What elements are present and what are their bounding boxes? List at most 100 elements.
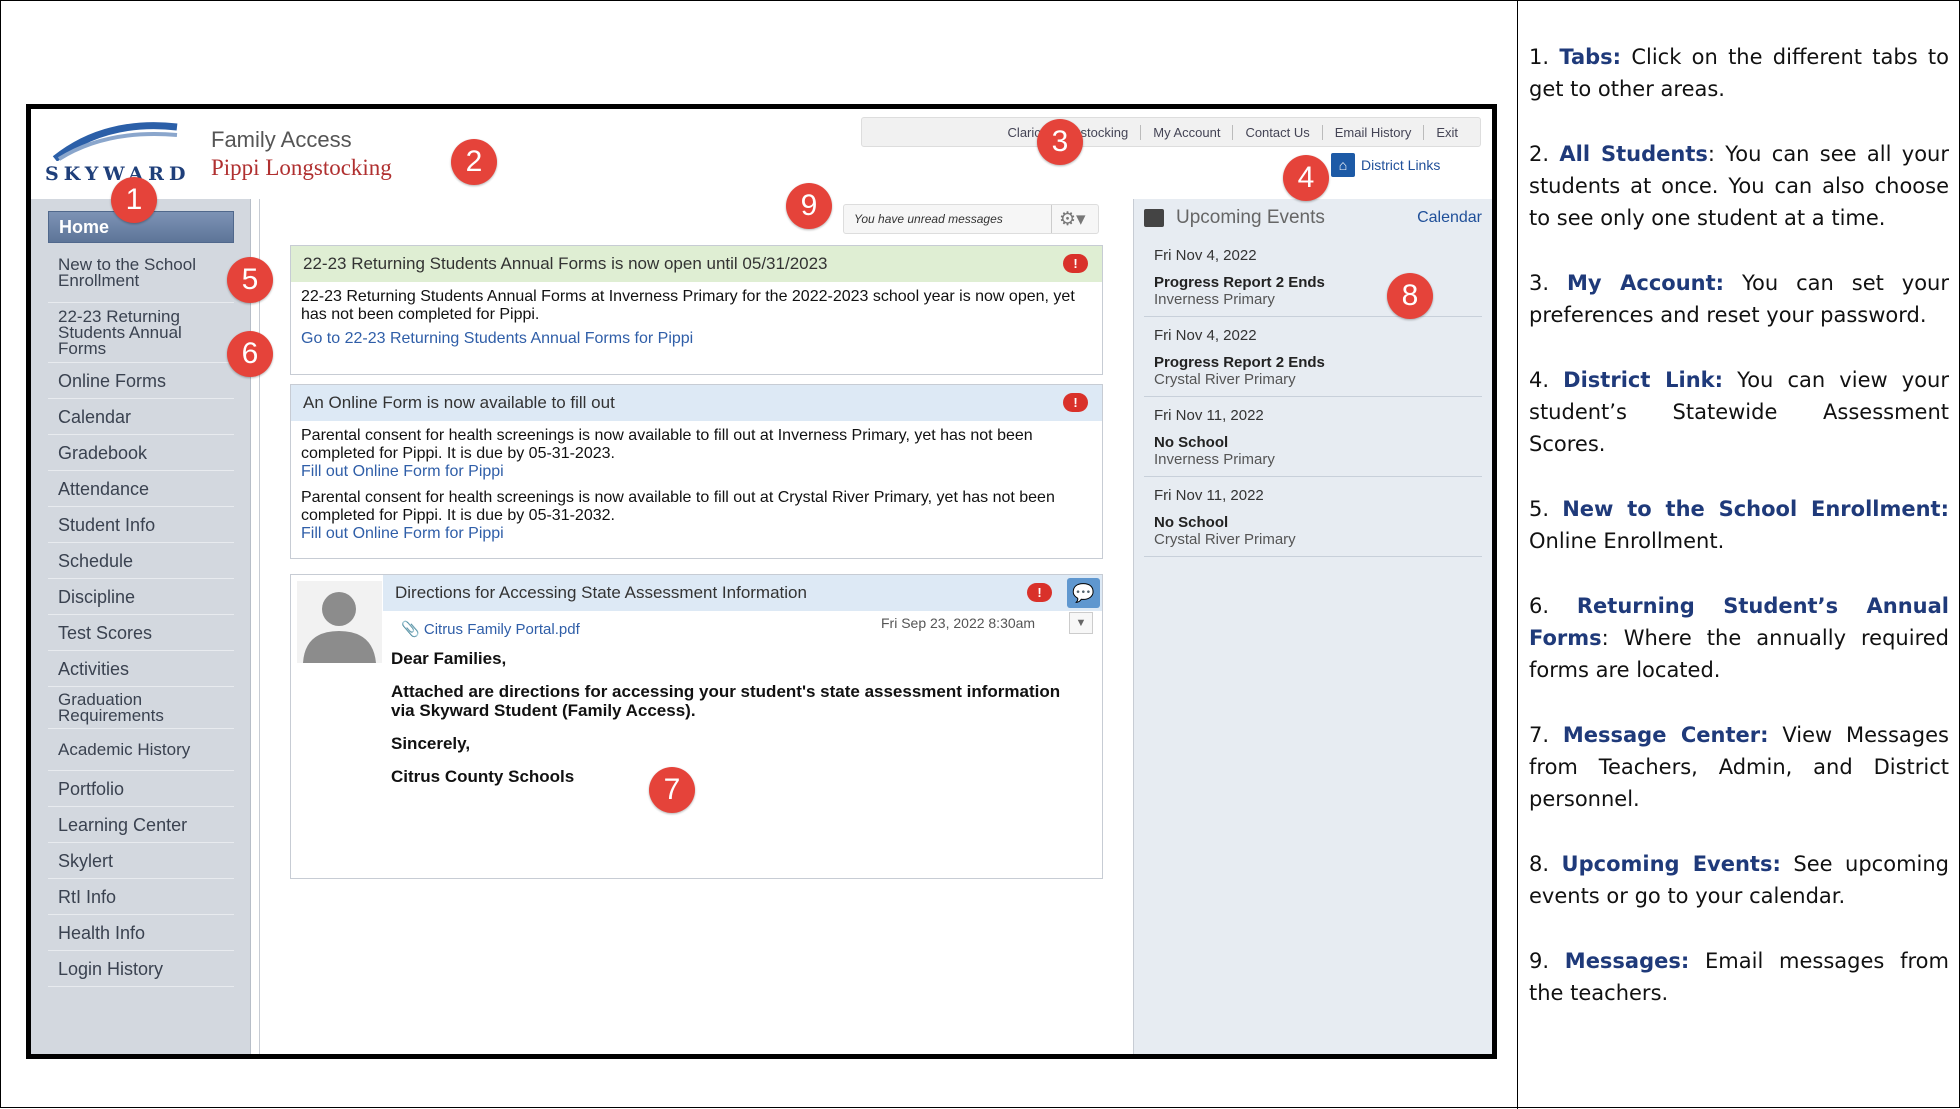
event-item[interactable]: Fri Nov 4, 2022 Progress Report 2 Ends I… bbox=[1144, 237, 1482, 317]
note-item: 1. Tabs: Click on the different tabs to … bbox=[1529, 41, 1949, 105]
alert-bubble-icon: ! bbox=[1063, 254, 1088, 273]
panel-body: 22-23 Returning Students Annual Forms at… bbox=[301, 288, 1075, 323]
message-greeting: Dear Families, bbox=[391, 649, 507, 668]
sidebar-item-learning-center[interactable]: Learning Center bbox=[48, 807, 234, 843]
contact-us-link[interactable]: Contact Us bbox=[1233, 124, 1323, 140]
sidebar-item-returning-forms[interactable]: 22-23 Returning Students Annual Forms bbox=[48, 303, 234, 363]
exit-link[interactable]: Exit bbox=[1424, 125, 1470, 140]
note-title: My Account: bbox=[1566, 271, 1725, 295]
event-school: Inverness Primary bbox=[1154, 451, 1275, 468]
callout-9: 9 bbox=[786, 183, 832, 229]
student-selector[interactable]: Pippi Longstocking bbox=[211, 155, 392, 181]
events-title: Upcoming Events bbox=[1176, 207, 1325, 228]
online-form-link[interactable]: Fill out Online Form for Pippi bbox=[301, 463, 1092, 481]
note-item: 4. District Link: You can view your stud… bbox=[1529, 364, 1949, 460]
note-number: 1. bbox=[1529, 45, 1550, 69]
sidebar-item-login-history[interactable]: Login History bbox=[48, 951, 234, 987]
district-building-icon: ⌂ bbox=[1331, 153, 1355, 177]
note-number: 7. bbox=[1529, 723, 1550, 747]
sidebar-item-portfolio[interactable]: Portfolio bbox=[48, 771, 234, 807]
sidebar-item-online-forms[interactable]: Online Forms bbox=[48, 363, 234, 399]
my-account-link[interactable]: My Account bbox=[1141, 124, 1234, 140]
callout-8: 8 bbox=[1387, 273, 1433, 319]
callout-3: 3 bbox=[1037, 119, 1083, 165]
chat-bubbles-icon[interactable]: 💬 bbox=[1067, 578, 1100, 608]
paperclip-icon: 📎 bbox=[401, 621, 424, 638]
calendar-icon bbox=[1144, 209, 1164, 227]
note-item: 9. Messages: Email messages from the tea… bbox=[1529, 945, 1949, 1009]
panel-title: An Online Form is now available to fill … bbox=[303, 393, 615, 412]
skyward-logo: SKYWARD bbox=[45, 117, 190, 185]
note-title: Tabs: bbox=[1559, 45, 1622, 69]
sidebar-item-academic-history[interactable]: Academic History bbox=[48, 729, 234, 771]
top-links: Clarice Longstocking My Account Contact … bbox=[861, 117, 1481, 147]
note-number: 2. bbox=[1529, 142, 1550, 166]
events-header: Upcoming Events Calendar bbox=[1134, 199, 1492, 237]
sidebar-item-schedule[interactable]: Schedule bbox=[48, 543, 234, 579]
note-number: 3. bbox=[1529, 271, 1550, 295]
panel-title: Directions for Accessing State Assessmen… bbox=[395, 583, 807, 602]
sidebar-item-student-info[interactable]: Student Info bbox=[48, 507, 234, 543]
sidebar-item-discipline[interactable]: Discipline bbox=[48, 579, 234, 615]
online-form-item: Parental consent for health screenings i… bbox=[301, 489, 1055, 524]
event-date: Fri Nov 4, 2022 bbox=[1154, 327, 1257, 344]
messages-bar-divider bbox=[1051, 205, 1052, 233]
sidebar-item-skylert[interactable]: Skylert bbox=[48, 843, 234, 879]
event-item[interactable]: Fri Nov 11, 2022 No School Crystal River… bbox=[1144, 477, 1482, 557]
event-school: Crystal River Primary bbox=[1154, 531, 1296, 548]
note-title: Message Center: bbox=[1562, 723, 1769, 747]
returning-forms-link[interactable]: Go to 22-23 Returning Students Annual Fo… bbox=[301, 330, 1092, 348]
panel-header: Directions for Accessing State Assessmen… bbox=[383, 575, 1102, 611]
skyward-screenshot: SKYWARD Family Access Pippi Longstocking… bbox=[26, 104, 1497, 1059]
note-item: 6. Returning Student’s Annual Forms: Whe… bbox=[1529, 590, 1949, 686]
sidebar-item-new-enrollment[interactable]: New to the School Enrollment bbox=[48, 243, 234, 303]
alert-bubble-icon: ! bbox=[1063, 393, 1088, 412]
online-form-panel: An Online Form is now available to fill … bbox=[290, 384, 1103, 559]
note-item: 5. New to the School Enrollment: Online … bbox=[1529, 493, 1949, 557]
event-title: No School bbox=[1154, 514, 1229, 531]
message-closing: Sincerely, bbox=[391, 734, 471, 753]
notes-column: 1. Tabs: Click on the different tabs to … bbox=[1529, 41, 1949, 1042]
sidebar-item-health-info[interactable]: Health Info bbox=[48, 915, 234, 951]
unread-messages-text[interactable]: You have unread messages bbox=[854, 212, 1003, 226]
sidebar-item-test-scores[interactable]: Test Scores bbox=[48, 615, 234, 651]
district-links-label: District Links bbox=[1361, 157, 1441, 173]
panel-header: 22-23 Returning Students Annual Forms is… bbox=[291, 246, 1102, 282]
district-links[interactable]: ⌂ District Links bbox=[1331, 153, 1440, 177]
panel-title: 22-23 Returning Students Annual Forms is… bbox=[303, 254, 828, 273]
online-form-item: Parental consent for health screenings i… bbox=[301, 427, 1033, 462]
callout-7: 7 bbox=[649, 767, 695, 813]
message-date: Fri Sep 23, 2022 8:30am bbox=[881, 615, 1036, 631]
sender-avatar bbox=[297, 581, 382, 663]
note-number: 9. bbox=[1529, 949, 1550, 973]
event-date: Fri Nov 11, 2022 bbox=[1154, 487, 1264, 504]
messages-bar[interactable]: You have unread messages ⚙▾ bbox=[843, 204, 1099, 234]
gear-icon[interactable]: ⚙▾ bbox=[1059, 208, 1086, 231]
chevron-down-icon[interactable]: ▼ bbox=[1069, 612, 1093, 634]
note-title: Messages: bbox=[1564, 949, 1690, 973]
returning-forms-panel: 22-23 Returning Students Annual Forms is… bbox=[290, 245, 1103, 375]
calendar-link[interactable]: Calendar bbox=[1417, 209, 1482, 227]
message-text: Attached are directions for accessing yo… bbox=[391, 682, 1061, 720]
event-item[interactable]: Fri Nov 11, 2022 No School Inverness Pri… bbox=[1144, 397, 1482, 477]
sidebar-item-graduation[interactable]: Graduation Requirements bbox=[48, 687, 234, 729]
sidebar-item-activities[interactable]: Activities bbox=[48, 651, 234, 687]
callout-1: 1 bbox=[111, 177, 157, 223]
callout-2: 2 bbox=[451, 139, 497, 185]
note-number: 4. bbox=[1529, 368, 1550, 392]
sidebar-item-gradebook[interactable]: Gradebook bbox=[48, 435, 234, 471]
note-item: 3. My Account: You can set your preferen… bbox=[1529, 267, 1949, 331]
event-item[interactable]: Fri Nov 4, 2022 Progress Report 2 Ends C… bbox=[1144, 317, 1482, 397]
sidebar: Home New to the School Enrollment 22-23 … bbox=[31, 199, 251, 1054]
sidebar-item-attendance[interactable]: Attendance bbox=[48, 471, 234, 507]
online-form-link[interactable]: Fill out Online Form for Pippi bbox=[301, 525, 1092, 543]
sidebar-item-rti-info[interactable]: RtI Info bbox=[48, 879, 234, 915]
event-date: Fri Nov 11, 2022 bbox=[1154, 407, 1264, 424]
sidebar-item-calendar[interactable]: Calendar bbox=[48, 399, 234, 435]
callout-4: 4 bbox=[1283, 155, 1329, 201]
email-history-link[interactable]: Email History bbox=[1323, 124, 1425, 140]
document-page: SKYWARD Family Access Pippi Longstocking… bbox=[0, 0, 1960, 1109]
logo-swoosh-icon bbox=[52, 122, 178, 162]
attachment-link[interactable]: 📎 Citrus Family Portal.pdf bbox=[401, 620, 580, 638]
column-divider bbox=[1517, 1, 1518, 1109]
